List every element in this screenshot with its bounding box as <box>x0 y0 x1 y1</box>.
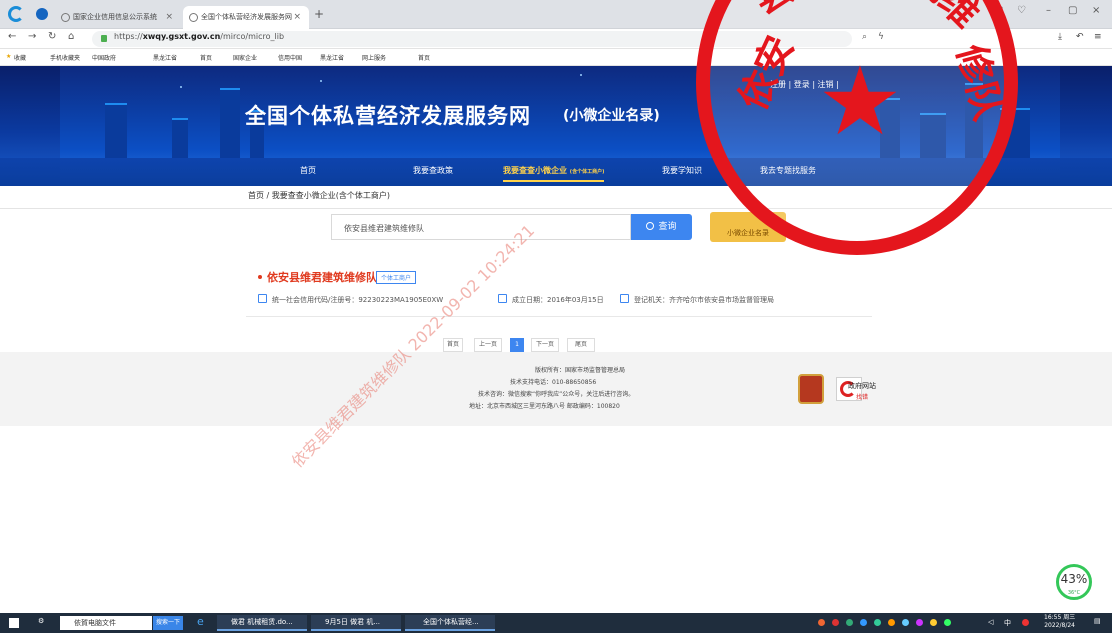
tray-icon[interactable] <box>916 619 923 626</box>
search-icon <box>646 222 655 230</box>
page-current[interactable]: 1 <box>510 338 524 352</box>
bullet-icon <box>258 275 262 279</box>
undo-icon[interactable]: ↶ <box>1076 32 1084 42</box>
tray-icon[interactable] <box>818 619 825 626</box>
building-icon <box>620 294 629 303</box>
tab-gsxt[interactable]: 国家企业信用信息公示系统 × <box>55 6 181 29</box>
tray-icon[interactable] <box>930 619 937 626</box>
globe-icon <box>61 13 70 22</box>
credit-code: 统一社会信用代码/注册号：92230223MA1905E0XW <box>258 294 443 305</box>
bookmark-item[interactable]: 首页 <box>200 53 212 62</box>
search-button[interactable]: 查询 <box>631 214 692 240</box>
id-card-icon <box>258 294 267 303</box>
bookmark-item[interactable]: 首页 <box>418 53 430 62</box>
footer-phone: 技术支持电话：010-88650856 <box>510 379 597 386</box>
established-date: 成立日期：2016年03月15日 <box>498 294 604 305</box>
bookmark-item[interactable]: 黑龙江省 <box>320 53 344 62</box>
page-first[interactable]: 首页 <box>443 338 463 352</box>
bookmark-item[interactable]: 国家企业 <box>233 53 257 62</box>
app-icon[interactable]: ⚙ <box>38 617 44 625</box>
footer-consult: 技术咨询：微信搜索“你呼我应”公众号，关注后进行咨询。 <box>478 391 635 398</box>
shield-icon <box>36 8 48 20</box>
notification-icon[interactable]: ▤ <box>1094 617 1101 625</box>
nav-knowledge[interactable]: 我要学知识 <box>662 165 702 176</box>
bookmark-item[interactable]: 收藏 <box>14 53 26 62</box>
breadcrumb[interactable]: 首页 / 我要查查小微企业(含个体工商户) <box>248 190 390 201</box>
site-title: 全国个体私营经济发展服务网 <box>245 104 531 128</box>
tray-icon[interactable] <box>874 619 881 626</box>
tray-icon[interactable] <box>860 619 867 626</box>
bookmark-item[interactable]: 网上服务 <box>362 53 386 62</box>
party-emblem-icon[interactable] <box>798 374 824 404</box>
tab-xwqy[interactable]: 全国个体私营经济发展服务网 × <box>183 6 309 29</box>
page-last[interactable]: 尾页 <box>567 338 595 352</box>
performance-widget[interactable]: 43% 36°C <box>1056 564 1092 600</box>
forward-icon[interactable]: → <box>28 31 36 42</box>
tray-icon[interactable] <box>902 619 909 626</box>
taskbar-search-input[interactable]: 依賀电脑文件 <box>60 616 152 630</box>
globe-icon <box>189 13 198 22</box>
home-icon[interactable]: ⌂ <box>68 31 74 42</box>
browser-logo-icon <box>8 6 24 22</box>
footer-address: 地址：北京市西城区三里河东路八号 邮政编码：100820 <box>469 403 620 410</box>
footer-copyright: 版权所有：国家市场监督管理总局 <box>535 367 626 374</box>
menu-icon[interactable]: ≡ <box>1094 32 1102 42</box>
bookmark-item[interactable]: 手机收藏夹 <box>50 53 80 62</box>
bookmark-item[interactable]: 黑龙江省 <box>153 53 177 62</box>
gov-site-sublabel[interactable]: 找错 <box>856 392 868 401</box>
star-icon: ★ <box>817 47 903 157</box>
windows-start-icon[interactable] <box>9 618 19 628</box>
tray-icon[interactable] <box>846 619 853 626</box>
site-subtitle: (小微企业名录) <box>563 108 660 124</box>
taskbar-search-button[interactable]: 搜索一下 <box>153 616 183 630</box>
divider <box>246 316 872 317</box>
nav-home[interactable]: 首页 <box>300 165 316 176</box>
ime-icon[interactable]: 中 <box>1004 618 1011 628</box>
calendar-icon <box>498 294 507 303</box>
close-window-button[interactable]: × <box>1092 5 1100 16</box>
tray-icon[interactable] <box>832 619 839 626</box>
close-tab-icon[interactable]: × <box>165 6 173 29</box>
close-tab-icon[interactable]: × <box>293 6 301 29</box>
footer: 版权所有：国家市场监督管理总局 技术支持电话：010-88650856 技术咨询… <box>0 352 1112 426</box>
star-icon: ★ <box>6 53 12 60</box>
taskbar: ⚙ 依賀电脑文件 搜索一下 e 做君 机械租赁.do... 9月5日 做君 机.… <box>0 613 1112 633</box>
back-icon[interactable]: ← <box>8 31 16 42</box>
result-name[interactable]: 依安县维君建筑维修队 <box>258 269 377 285</box>
search-input[interactable]: 依安县维君建筑维修队 <box>331 214 631 240</box>
taskbar-app-doc[interactable]: 做君 机械租赁.do... <box>217 615 307 631</box>
nav-enterprise[interactable]: 我要查查小微企业 (含个体工商户) <box>503 165 605 182</box>
nav-policy[interactable]: 我要查政策 <box>413 165 453 176</box>
registration-authority: 登记机关：齐齐哈尔市依安县市场监督管理局 <box>620 294 774 305</box>
lock-icon <box>101 35 107 42</box>
taskbar-app-folder[interactable]: 9月5日 做君 机... <box>311 615 401 631</box>
bookmark-item[interactable]: 信用中国 <box>278 53 302 62</box>
tray-icon[interactable] <box>888 619 895 626</box>
favorite-icon[interactable]: ♡ <box>1017 5 1026 16</box>
tray-icon[interactable] <box>944 619 951 626</box>
page-prev[interactable]: 上一页 <box>474 338 502 352</box>
tray-icon[interactable] <box>1022 619 1029 626</box>
maximize-button[interactable]: ▢ <box>1068 5 1077 16</box>
bookmark-item[interactable]: 中国政府 <box>92 53 116 62</box>
ie-icon[interactable]: e <box>197 615 204 628</box>
system-clock[interactable]: 16:55 周三 2022/8/24 <box>1044 614 1075 630</box>
page-next[interactable]: 下一页 <box>531 338 559 352</box>
gov-site-label[interactable]: 政府网站 <box>848 381 876 391</box>
new-tab-button[interactable]: + <box>314 7 324 21</box>
volume-icon[interactable]: ◁ <box>988 618 993 626</box>
reload-icon[interactable]: ↻ <box>48 31 56 42</box>
download-icon[interactable]: ⤓ <box>1058 32 1062 42</box>
taskbar-app-browser[interactable]: 全国个体私营经... <box>405 615 495 631</box>
entity-type-badge: 个体工商户 <box>376 271 417 284</box>
minimize-button[interactable]: – <box>1046 5 1051 16</box>
